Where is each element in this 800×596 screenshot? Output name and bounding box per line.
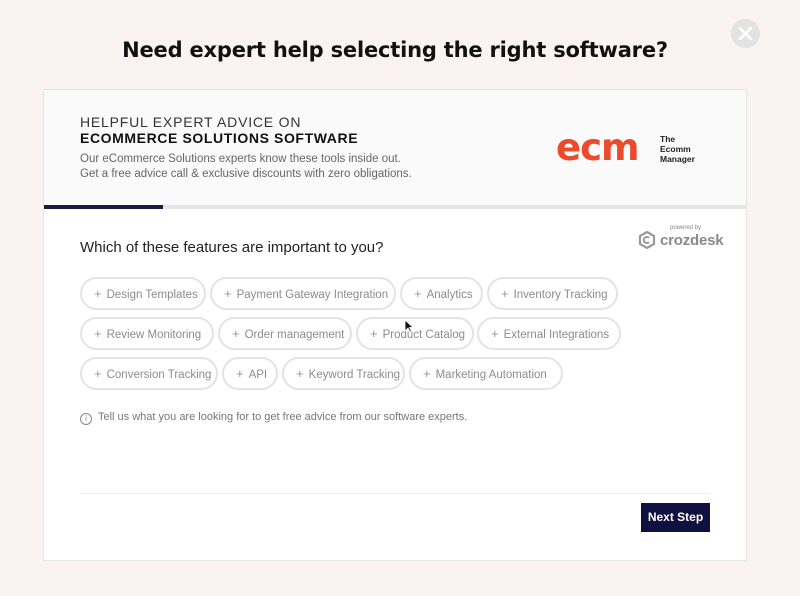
progress-fill xyxy=(44,205,164,209)
feature-chip-order-management[interactable]: + Order management xyxy=(218,317,352,350)
plus-icon: + xyxy=(224,286,232,301)
powered-by-badge: powered by crozdesk xyxy=(638,225,730,251)
feature-chip-keyword-tracking[interactable]: + Keyword Tracking xyxy=(282,357,405,390)
feature-chip-label: Design Templates xyxy=(106,289,198,301)
feature-chip-review-monitoring[interactable]: + Review Monitoring xyxy=(80,317,214,350)
feature-chip-label: Product Catalog xyxy=(382,329,466,341)
feature-chip-inventory-tracking[interactable]: + Inventory Tracking xyxy=(487,277,618,310)
next-step-button[interactable]: Next Step xyxy=(641,503,710,532)
feature-chip-api[interactable]: + API xyxy=(222,357,278,390)
plus-icon: + xyxy=(414,286,422,301)
plus-icon: + xyxy=(501,286,509,301)
hint-text-row: i Tell us what you are looking for to get… xyxy=(80,411,467,425)
feature-chip-label: Analytics xyxy=(426,289,473,301)
advice-card: HELPFUL EXPERT ADVICE ON ECOMMERCE SOLUT… xyxy=(43,89,747,561)
header-description-2: Get a free advice call & exclusive disco… xyxy=(80,168,412,180)
feature-chip-label: External Integrations xyxy=(503,329,610,341)
modal-title: Need expert help selecting the right sof… xyxy=(122,38,668,62)
powered-by-brand: crozdesk xyxy=(660,232,724,249)
crozdesk-logo-icon xyxy=(638,231,656,249)
plus-icon: + xyxy=(423,366,431,381)
feature-chip-design-templates[interactable]: + Design Templates xyxy=(80,277,206,310)
plus-icon: + xyxy=(94,326,102,341)
plus-icon: + xyxy=(236,366,244,381)
feature-chip-label: Review Monitoring xyxy=(106,329,202,341)
plus-icon: + xyxy=(370,326,378,341)
feature-chip-marketing-automation[interactable]: + Marketing Automation xyxy=(409,357,563,390)
ecm-logo-mark: ecm xyxy=(556,126,640,169)
feature-chip-conversion-tracking[interactable]: + Conversion Tracking xyxy=(80,357,218,390)
feature-chip-label: API xyxy=(248,369,268,381)
feature-chip-label: Order management xyxy=(244,329,345,341)
header-line1: HELPFUL EXPERT ADVICE ON xyxy=(80,114,302,130)
ecm-logo-tagline: The Ecomm Manager xyxy=(660,134,695,164)
feature-chip-external-integrations[interactable]: + External Integrations xyxy=(477,317,621,350)
feature-chip-label: Marketing Automation xyxy=(435,369,547,381)
hint-text: Tell us what you are looking for to get … xyxy=(98,411,468,423)
header-description-1: Our eCommerce Solutions experts know the… xyxy=(80,153,401,165)
plus-icon: + xyxy=(296,366,304,381)
plus-icon: + xyxy=(94,286,102,301)
question-heading: Which of these features are important to… xyxy=(80,239,384,256)
mouse-pointer-icon xyxy=(404,319,414,333)
plus-icon: + xyxy=(94,366,102,381)
feature-chip-product-catalog[interactable]: + Product Catalog xyxy=(356,317,474,350)
header-line2: ECOMMERCE SOLUTIONS SOFTWARE xyxy=(80,130,359,146)
card-header: HELPFUL EXPERT ADVICE ON ECOMMERCE SOLUT… xyxy=(44,90,746,207)
feature-chip-label: Keyword Tracking xyxy=(308,369,400,381)
feature-chip-label: Inventory Tracking xyxy=(513,289,608,301)
powered-by-label: powered by xyxy=(670,225,702,231)
plus-icon: + xyxy=(232,326,240,341)
divider xyxy=(80,493,710,494)
feature-chip-label: Payment Gateway Integration xyxy=(236,289,389,301)
feature-chip-label: Conversion Tracking xyxy=(106,369,212,381)
info-icon: i xyxy=(80,413,92,425)
progress-bar xyxy=(44,205,746,209)
feature-chip-payment-gateway-integration[interactable]: + Payment Gateway Integration xyxy=(210,277,396,310)
plus-icon: + xyxy=(491,326,499,341)
feature-chip-analytics[interactable]: + Analytics xyxy=(400,277,483,310)
